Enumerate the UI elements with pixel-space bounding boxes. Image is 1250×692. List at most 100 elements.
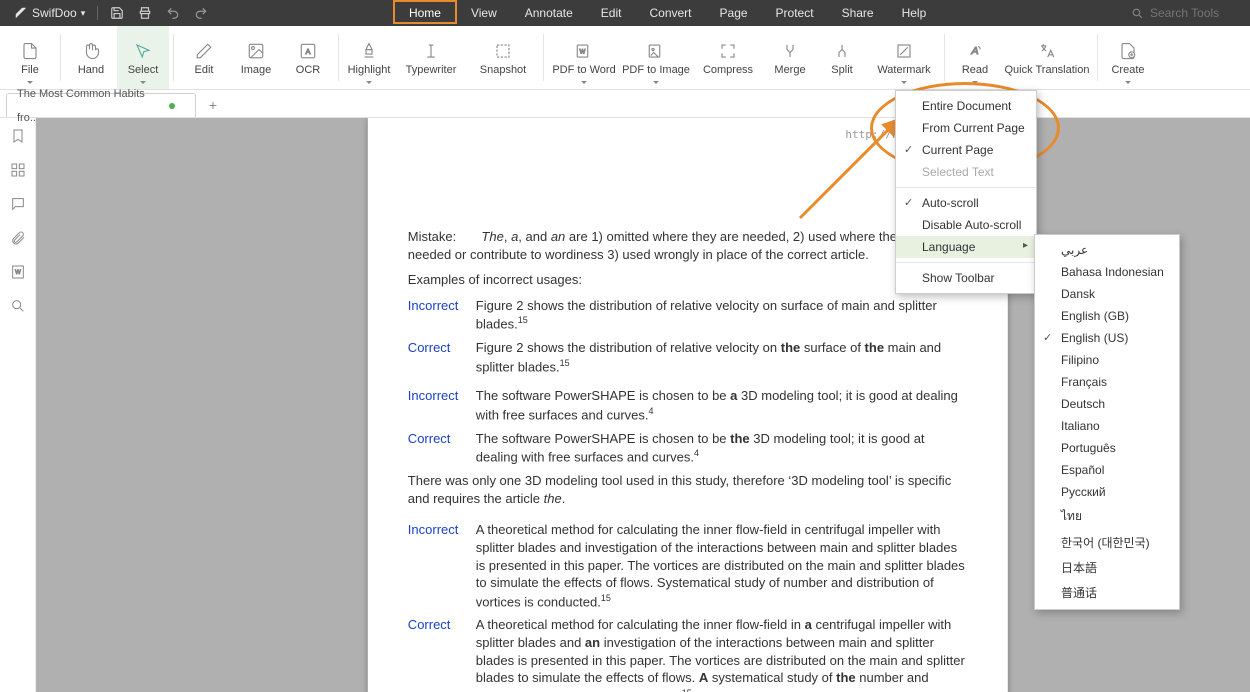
- lang-option[interactable]: English (US): [1035, 327, 1179, 349]
- lang-option[interactable]: Bahasa Indonesian: [1035, 261, 1179, 283]
- menu-language[interactable]: Language: [896, 236, 1036, 258]
- lang-option[interactable]: Deutsch: [1035, 393, 1179, 415]
- correct-label: Correct: [408, 339, 462, 375]
- split-button[interactable]: Split: [816, 26, 868, 89]
- watermark-button[interactable]: Watermark: [868, 26, 940, 89]
- edit-button[interactable]: Edit: [178, 26, 230, 89]
- incorrect-label: Incorrect: [408, 297, 462, 333]
- menu-show-toolbar[interactable]: Show Toolbar: [896, 267, 1036, 289]
- lang-option[interactable]: Português: [1035, 437, 1179, 459]
- pdf-to-image-button[interactable]: PDF to Image: [620, 26, 692, 89]
- typewriter-button[interactable]: Typewriter: [395, 26, 467, 89]
- lang-option[interactable]: English (GB): [1035, 305, 1179, 327]
- snapshot-icon: [494, 40, 512, 62]
- read-dropdown-menu: Entire Document From Current Page Curren…: [895, 90, 1037, 294]
- lang-option[interactable]: Español: [1035, 459, 1179, 481]
- svg-text:W: W: [15, 270, 21, 276]
- quick-translation-button[interactable]: Quick Translation: [1001, 26, 1093, 89]
- correct-label: Correct: [408, 616, 462, 692]
- image-button[interactable]: Image: [230, 26, 282, 89]
- tab-home[interactable]: Home: [393, 0, 457, 24]
- menu-entire-document[interactable]: Entire Document: [896, 95, 1036, 117]
- tab-annotate[interactable]: Annotate: [511, 0, 587, 26]
- example-row: CorrectThe software PowerSHAPE is chosen…: [408, 430, 968, 466]
- menu-from-current-page[interactable]: From Current Page: [896, 117, 1036, 139]
- file-button[interactable]: File: [4, 26, 56, 89]
- example-row: Correct Figure 2 shows the distribution o…: [408, 339, 968, 375]
- tab-page[interactable]: Page: [706, 0, 762, 26]
- pdf-to-word-button[interactable]: WPDF to Word: [548, 26, 620, 89]
- search-icon: [1131, 7, 1144, 20]
- menu-current-page[interactable]: Current Page: [896, 139, 1036, 161]
- new-tab-button[interactable]: +: [202, 93, 224, 117]
- lang-option[interactable]: Русский: [1035, 481, 1179, 503]
- hand-button[interactable]: Hand: [65, 26, 117, 89]
- svg-text:W: W: [580, 49, 586, 55]
- redo-icon[interactable]: [190, 2, 212, 24]
- thumbnails-icon[interactable]: [8, 160, 28, 180]
- edit-icon: [195, 40, 213, 62]
- pdf-image-icon: [646, 40, 666, 62]
- example-row: Incorrect The software PowerSHAPE is chos…: [408, 387, 968, 423]
- lang-option[interactable]: 普通话: [1035, 580, 1179, 605]
- snapshot-button[interactable]: Snapshot: [467, 26, 539, 89]
- example-text: The software PowerSHAPE is chosen to be …: [476, 387, 968, 423]
- save-icon[interactable]: [106, 2, 128, 24]
- lang-option[interactable]: عربي: [1035, 239, 1179, 261]
- highlight-icon: [360, 40, 378, 62]
- print-icon[interactable]: [134, 2, 156, 24]
- incorrect-label: Incorrect: [408, 387, 462, 423]
- watermark-icon: [895, 40, 913, 62]
- example-text: Figure 2 shows the distribution of relat…: [476, 339, 968, 375]
- svg-text:A: A: [305, 47, 310, 56]
- file-icon: [21, 40, 39, 62]
- tab-view[interactable]: View: [457, 0, 511, 26]
- lang-option[interactable]: Italiano: [1035, 415, 1179, 437]
- lang-option[interactable]: ไทย: [1035, 503, 1179, 530]
- ocr-button[interactable]: AOCR: [282, 26, 334, 89]
- app-logo-icon: [14, 6, 28, 20]
- hand-icon: [82, 40, 100, 62]
- comments-icon[interactable]: [8, 194, 28, 214]
- menu-tabs: Home View Annotate Edit Convert Page Pro…: [212, 0, 1121, 26]
- search-panel-icon[interactable]: [8, 296, 28, 316]
- select-button[interactable]: Select: [117, 26, 169, 89]
- compress-button[interactable]: Compress: [692, 26, 764, 89]
- chevron-down-icon[interactable]: ▾: [81, 8, 86, 19]
- menu-selected-text: Selected Text: [896, 161, 1036, 183]
- undo-icon[interactable]: [162, 2, 184, 24]
- read-button[interactable]: ARead: [949, 26, 1001, 89]
- create-button[interactable]: Create: [1102, 26, 1154, 89]
- menu-disable-auto-scroll[interactable]: Disable Auto-scroll: [896, 214, 1036, 236]
- split-icon: [833, 40, 851, 62]
- read-icon: A: [966, 40, 984, 62]
- example-row: IncorrectFigure 2 shows the distribution…: [408, 297, 968, 333]
- tab-help[interactable]: Help: [888, 0, 941, 26]
- merge-button[interactable]: Merge: [764, 26, 816, 89]
- incorrect-label: Incorrect: [408, 521, 462, 610]
- highlight-button[interactable]: Highlight: [343, 26, 395, 89]
- example-text: The software PowerSHAPE is chosen to be …: [476, 430, 968, 466]
- word-export-icon[interactable]: W: [8, 262, 28, 282]
- examples-heading: Examples of incorrect usages:: [408, 271, 968, 289]
- lang-option[interactable]: Dansk: [1035, 283, 1179, 305]
- document-tab[interactable]: The Most Common Habits fro...: [6, 93, 196, 117]
- mistake-label: Mistake:: [408, 228, 478, 246]
- svg-text:A: A: [970, 45, 978, 57]
- search-input[interactable]: [1150, 6, 1240, 20]
- lang-option[interactable]: Filipino: [1035, 349, 1179, 371]
- explanation-text: There was only one 3D modeling tool used…: [408, 472, 968, 507]
- search-tools[interactable]: [1121, 6, 1250, 20]
- tab-edit[interactable]: Edit: [587, 0, 636, 26]
- tab-share[interactable]: Share: [828, 0, 888, 26]
- tab-protect[interactable]: Protect: [762, 0, 828, 26]
- lang-option[interactable]: Français: [1035, 371, 1179, 393]
- tab-convert[interactable]: Convert: [635, 0, 705, 26]
- menu-auto-scroll[interactable]: Auto-scroll: [896, 192, 1036, 214]
- attachment-icon[interactable]: [8, 228, 28, 248]
- menubar: SwifDoo ▾ Home View Annotate Edit Conver…: [0, 0, 1250, 26]
- lang-option[interactable]: 日本語: [1035, 555, 1179, 580]
- language-submenu: عربيBahasa IndonesianDanskEnglish (GB)En…: [1034, 234, 1180, 610]
- typewriter-icon: [422, 40, 440, 62]
- lang-option[interactable]: 한국어 (대한민국): [1035, 530, 1179, 555]
